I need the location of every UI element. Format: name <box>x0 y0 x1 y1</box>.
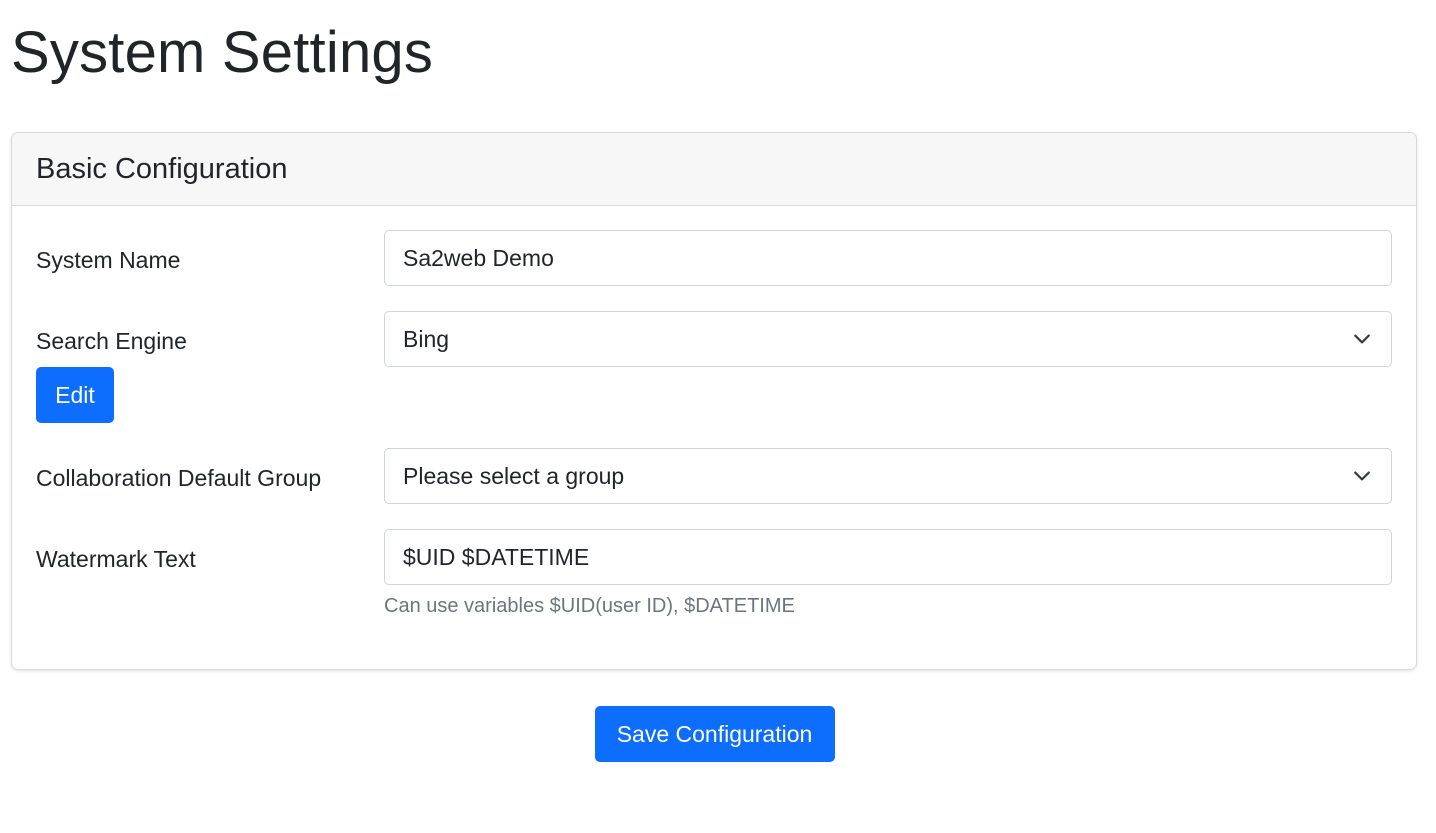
watermark-row: Watermark Text Can use variables $UID(us… <box>36 529 1392 618</box>
search-engine-label-col: Search Engine Edit <box>36 311 384 423</box>
search-engine-selected-value: Bing <box>403 325 450 352</box>
save-configuration-button[interactable]: Save Configuration <box>594 706 835 762</box>
card-header: Basic Configuration <box>12 133 1416 206</box>
edit-search-engine-button[interactable]: Edit <box>36 367 114 423</box>
system-name-control-col <box>384 230 1392 286</box>
search-engine-control-col: Bing <box>384 311 1392 367</box>
page-title: System Settings <box>11 20 434 85</box>
system-name-label: System Name <box>36 247 181 273</box>
search-engine-select[interactable]: Bing <box>384 311 1392 367</box>
card-title: Basic Configuration <box>36 152 288 185</box>
settings-page: System Settings Basic Configuration Syst… <box>0 0 1436 833</box>
watermark-label: Watermark Text <box>36 546 196 572</box>
collab-group-selected-value: Please select a group <box>403 462 625 489</box>
watermark-help-text: Can use variables $UID(user ID), $DATETI… <box>384 595 795 617</box>
watermark-input[interactable] <box>384 529 1392 585</box>
collab-group-row: Collaboration Default Group Please selec… <box>36 448 1392 529</box>
system-name-input[interactable] <box>384 230 1392 286</box>
search-engine-label: Search Engine <box>36 328 187 354</box>
collab-group-control-col: Please select a group <box>384 448 1392 504</box>
card-body: System Name Search Engine Edit Bing <box>12 206 1416 618</box>
watermark-control-col: Can use variables $UID(user ID), $DATETI… <box>384 529 1392 618</box>
collab-group-select[interactable]: Please select a group <box>384 448 1392 504</box>
system-name-row: System Name <box>36 230 1392 311</box>
basic-configuration-card: Basic Configuration System Name Search E… <box>11 132 1417 670</box>
chevron-down-icon <box>1353 330 1371 348</box>
chevron-down-icon <box>1353 467 1371 485</box>
search-engine-row: Search Engine Edit Bing <box>36 311 1392 448</box>
collab-group-label: Collaboration Default Group <box>36 465 322 491</box>
form-footer: Save Configuration <box>0 706 1436 762</box>
